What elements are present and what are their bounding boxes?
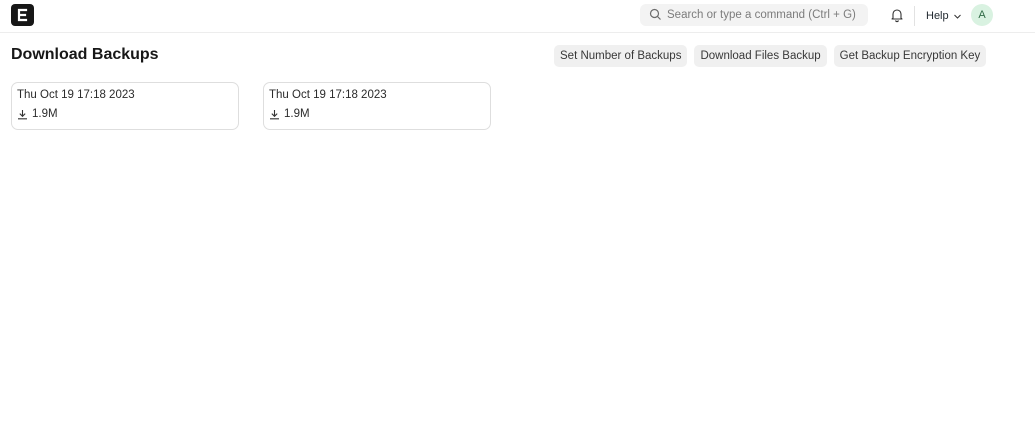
search-icon <box>649 8 661 20</box>
navbar-divider <box>914 6 915 26</box>
download-icon <box>270 109 279 119</box>
get-backup-encryption-key-button[interactable]: Get Backup Encryption Key <box>833 45 987 67</box>
download-icon <box>18 109 27 119</box>
backup-download-link[interactable]: 1.9M <box>17 108 233 120</box>
erpnext-logo-icon <box>17 8 28 22</box>
backup-date: Thu Oct 19 17:18 2023 <box>17 89 135 101</box>
backup-size: 1.9M <box>284 108 310 120</box>
app-logo[interactable] <box>11 4 34 26</box>
backup-date: Thu Oct 19 17:18 2023 <box>269 89 387 101</box>
set-number-of-backups-button[interactable]: Set Number of Backups <box>554 45 688 67</box>
avatar[interactable]: A <box>971 4 993 26</box>
page-actions: Set Number of Backups Download Files Bac… <box>554 45 987 67</box>
search-bar[interactable] <box>640 4 868 26</box>
search-input[interactable] <box>667 4 863 26</box>
download-files-backup-button[interactable]: Download Files Backup <box>694 45 827 67</box>
help-dropdown[interactable]: Help <box>926 8 962 24</box>
backup-size: 1.9M <box>32 108 58 120</box>
backup-card: Thu Oct 19 17:18 2023 1.9M <box>263 82 491 130</box>
help-label: Help <box>926 10 949 22</box>
bell-icon[interactable] <box>889 7 905 23</box>
chevron-down-icon <box>953 14 961 19</box>
page-title: Download Backups <box>11 46 159 63</box>
backup-download-link[interactable]: 1.9M <box>269 108 485 120</box>
backup-card: Thu Oct 19 17:18 2023 1.9M <box>11 82 239 130</box>
navbar: Help A <box>0 0 1035 33</box>
avatar-initial: A <box>978 9 986 21</box>
backup-list: Thu Oct 19 17:18 2023 1.9M Thu Oct 19 17… <box>11 82 491 130</box>
